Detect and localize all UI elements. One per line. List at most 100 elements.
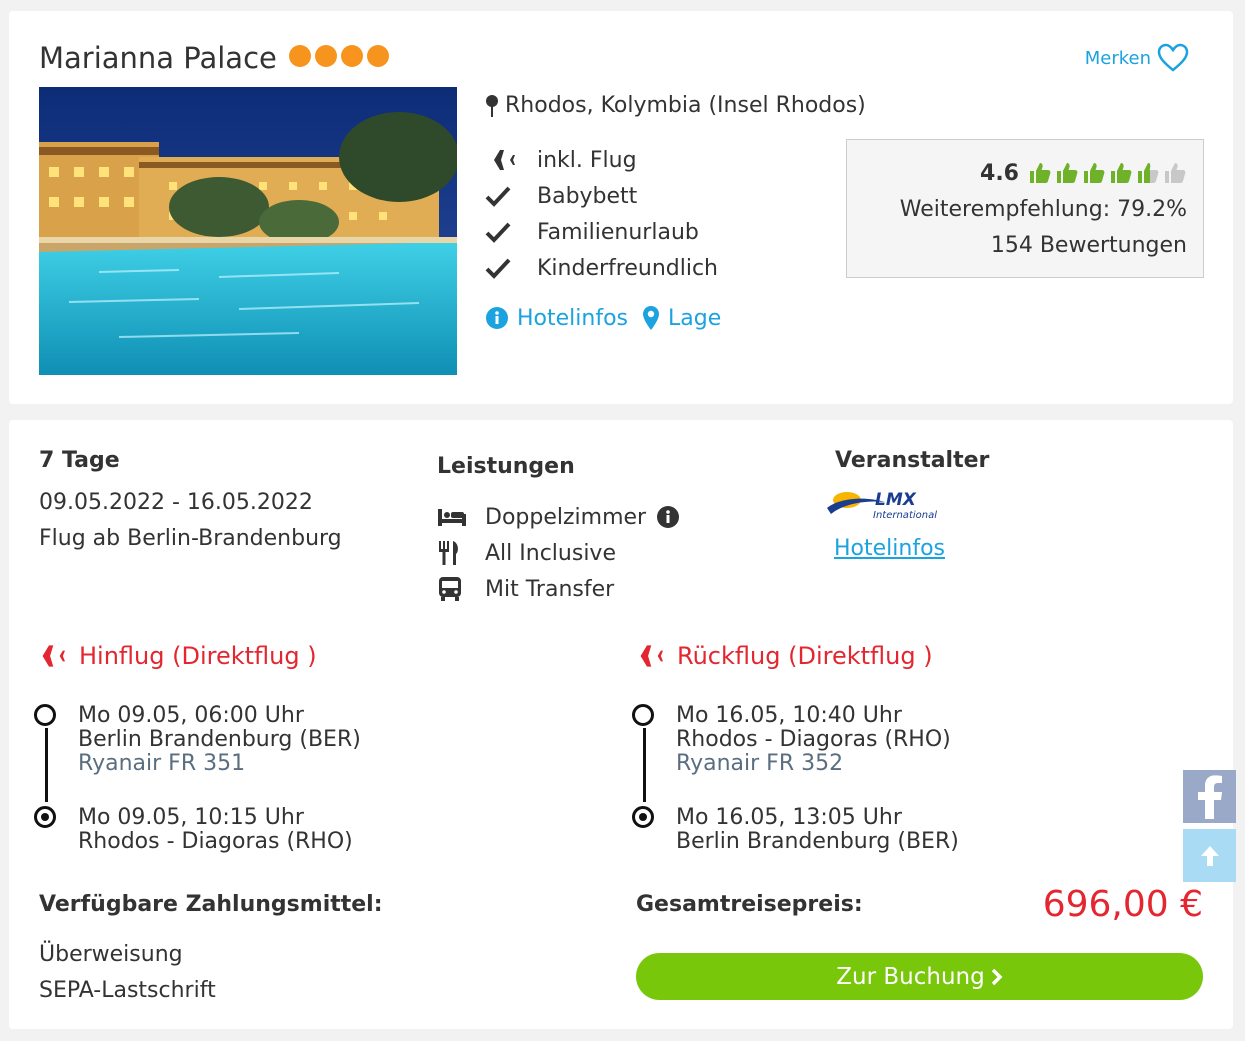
return-arrival: Mo 16.05, 13:05 Uhr Berlin Brandenburg (… xyxy=(676,806,959,854)
booking-button[interactable]: Zur Buchung xyxy=(636,953,1203,1000)
feature-label: Familienurlaub xyxy=(537,219,699,245)
departure-airport: Flug ab Berlin-Brandenburg xyxy=(39,526,342,551)
cutlery-icon xyxy=(439,541,458,565)
location-icon xyxy=(643,306,659,330)
departure-marker xyxy=(632,704,654,726)
facebook-icon xyxy=(1197,774,1222,819)
merken-button[interactable]: Merken xyxy=(1085,43,1189,73)
hotelinfos-label: Hotelinfos xyxy=(517,305,628,331)
feature-item: inkl. Flug xyxy=(485,142,718,178)
facebook-share-button[interactable] xyxy=(1183,770,1236,823)
scroll-top-button[interactable] xyxy=(1183,829,1236,882)
feature-list: inkl. Flug Babybett Familienurlaub Kinde… xyxy=(485,142,718,286)
thumbs-up-icon xyxy=(1084,163,1105,183)
payment-method: SEPA-Lastschrift xyxy=(39,978,216,1003)
svg-text:International: International xyxy=(873,510,937,521)
lmx-logo: LMX International xyxy=(825,488,941,526)
leistungen-list: Doppelzimmer All Inclusive Mit Transfer xyxy=(437,499,680,607)
star-icon xyxy=(341,45,363,67)
outbound-dep-airport: Berlin Brandenburg (BER) xyxy=(78,727,361,752)
hotel-card: Marianna Palace Merken Rhodos, Kolymbia … xyxy=(9,11,1233,404)
bed-icon xyxy=(438,509,466,526)
merken-label: Merken xyxy=(1084,47,1151,69)
veranstalter-hotelinfos-link[interactable]: Hotelinfos xyxy=(834,536,945,561)
return-title-label: Rückflug (Direktflug ) xyxy=(677,642,933,670)
feature-label: inkl. Flug xyxy=(537,147,637,173)
thumbs-up-icon xyxy=(1057,163,1078,183)
return-dep-airport: Rhodos - Diagoras (RHO) xyxy=(676,727,951,752)
feature-item: Babybett xyxy=(485,178,718,214)
outbound-title-label: Hinflug (Direktflug ) xyxy=(79,642,317,670)
info-icon[interactable] xyxy=(656,505,680,529)
chevron-right-icon xyxy=(991,968,1003,985)
arrow-up-icon xyxy=(1200,845,1219,866)
leistungen-title: Leistungen xyxy=(437,454,575,479)
veranstalter-title: Veranstalter xyxy=(835,448,990,473)
review-count[interactable]: 154 Bewertungen xyxy=(847,228,1187,264)
outbound-airline: Ryanair FR 351 xyxy=(78,751,246,776)
payment-method: Überweisung xyxy=(39,942,183,967)
outbound-arr-time: Mo 09.05, 10:15 Uhr xyxy=(78,805,304,830)
travel-dates: 09.05.2022 - 16.05.2022 xyxy=(39,490,313,515)
thumbs-up-icon xyxy=(1030,163,1051,183)
return-departure: Mo 16.05, 10:40 Uhr Rhodos - Diagoras (R… xyxy=(676,704,951,776)
hotel-image[interactable] xyxy=(39,87,457,375)
lage-link[interactable]: Lage xyxy=(642,305,721,331)
plane-icon xyxy=(633,645,663,667)
hotelinfos-link[interactable]: Hotelinfos xyxy=(485,305,628,331)
rating-score: 4.6 xyxy=(980,160,1019,186)
lage-label: Lage xyxy=(668,305,722,331)
return-dep-time: Mo 16.05, 10:40 Uhr xyxy=(676,703,902,728)
timeline-line xyxy=(643,728,646,802)
thumbs-up-icon xyxy=(1111,163,1132,183)
svg-text:LMX: LMX xyxy=(875,490,917,510)
map-pin-icon xyxy=(486,94,498,117)
outbound-title: Hinflug (Direktflug ) xyxy=(33,642,317,670)
feature-item: Kinderfreundlich xyxy=(485,250,718,286)
transfer-label: Mit Transfer xyxy=(485,576,615,602)
return-timeline: Mo 16.05, 10:40 Uhr Rhodos - Diagoras (R… xyxy=(632,704,1052,854)
outbound-departure: Mo 09.05, 06:00 Uhr Berlin Brandenburg (… xyxy=(78,704,361,776)
outbound-arrival: Mo 09.05, 10:15 Uhr Rhodos - Diagoras (R… xyxy=(78,806,353,854)
offer-card: 7 Tage 09.05.2022 - 16.05.2022 Flug ab B… xyxy=(9,420,1233,1029)
leistung-board: All Inclusive xyxy=(437,535,680,571)
check-icon xyxy=(485,258,511,279)
star-icon xyxy=(315,45,337,67)
plane-icon xyxy=(487,150,515,170)
return-arr-airport: Berlin Brandenburg (BER) xyxy=(676,829,959,854)
heart-icon xyxy=(1157,43,1189,72)
info-icon xyxy=(486,307,508,329)
location-text: Rhodos, Kolymbia (Insel Rhodos) xyxy=(505,93,866,118)
feature-label: Kinderfreundlich xyxy=(537,255,718,281)
total-price: 696,00 € xyxy=(1042,884,1203,925)
bus-icon xyxy=(439,577,461,601)
star-icon xyxy=(367,45,389,67)
duration: 7 Tage xyxy=(39,448,120,473)
return-title: Rückflug (Direktflug ) xyxy=(631,642,933,670)
plane-icon xyxy=(35,645,65,667)
arrival-marker xyxy=(34,806,56,828)
timeline-line xyxy=(45,728,48,802)
outbound-arr-airport: Rhodos - Diagoras (RHO) xyxy=(78,829,353,854)
rating-box: 4.6 Weiterempfehlung: 79.2% 154 Bewertun… xyxy=(846,139,1204,278)
return-airline: Ryanair FR 352 xyxy=(676,751,844,776)
board-label: All Inclusive xyxy=(485,540,616,566)
price-label: Gesamtreisepreis: xyxy=(636,892,863,917)
departure-marker xyxy=(34,704,56,726)
outbound-timeline: Mo 09.05, 06:00 Uhr Berlin Brandenburg (… xyxy=(34,704,454,854)
hotel-location: Rhodos, Kolymbia (Insel Rhodos) xyxy=(485,93,866,118)
rating-line: 4.6 xyxy=(847,154,1187,192)
outbound-dep-time: Mo 09.05, 06:00 Uhr xyxy=(78,703,304,728)
check-icon xyxy=(485,222,511,243)
thumbs-up-icon xyxy=(1165,163,1186,183)
return-arr-time: Mo 16.05, 13:05 Uhr xyxy=(676,805,902,830)
payment-title: Verfügbare Zahlungsmittel: xyxy=(39,892,383,917)
leistung-transfer: Mit Transfer xyxy=(437,571,680,607)
hotel-stars xyxy=(289,45,389,67)
room-label: Doppelzimmer xyxy=(485,504,647,530)
hotel-name: Marianna Palace xyxy=(39,41,277,75)
star-icon xyxy=(289,45,311,67)
recommendation-rate: Weiterempfehlung: 79.2% xyxy=(899,197,1187,222)
leistung-room: Doppelzimmer xyxy=(437,499,680,535)
feature-label: Babybett xyxy=(537,183,638,209)
